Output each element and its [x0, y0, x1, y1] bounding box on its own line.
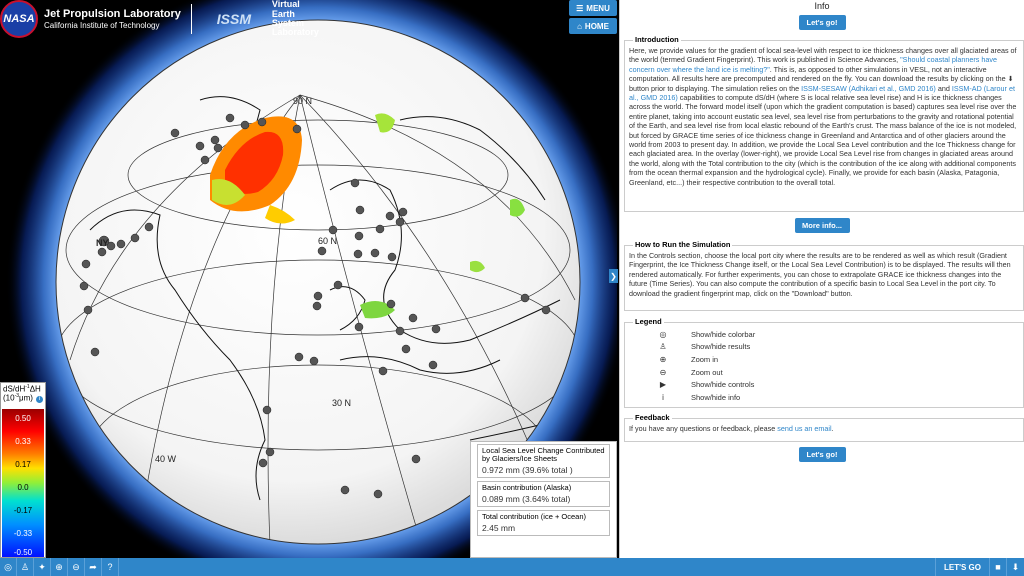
colorbar-info-icon[interactable]: i [36, 396, 43, 403]
legend-row-zoom-in: ⊕ Zoom in [629, 353, 1019, 366]
colorbar: dS/dH-1ΔH (10-3μm) i 0.50 0.33 0.17 0.0 … [0, 382, 46, 558]
colorbar-toggle-button[interactable]: ◎ [0, 558, 17, 576]
results-overlay: Local Sea Level Change Contributed by Gl… [470, 441, 617, 558]
home-button[interactable]: ⌂ HOME [569, 18, 617, 34]
zoom-in-icon: ⊕ [659, 354, 667, 364]
colorbar-toggle-icon: ◎ [659, 329, 667, 339]
legend-section: Legend ◎ Show/hide colorbar ♙ Show/hide re… [624, 317, 1024, 408]
more-info-button[interactable]: More info... [794, 218, 850, 233]
download-button[interactable]: ⬇ [1007, 558, 1024, 576]
info-panel: Info Let's go! Introduction Here, we pro… [619, 0, 1024, 558]
feedback-text: If you have any questions or feedback, p… [629, 424, 834, 433]
jpl-brand: Jet Propulsion Laboratory California Ins… [44, 8, 181, 30]
intro-link-sesaw[interactable]: ISSM-SESAW (Adhikari et al., GMD 2016) [801, 84, 936, 93]
download-icon: ⬇ [1007, 74, 1014, 84]
toolbar-lets-go-button[interactable]: LET'S GO [934, 558, 990, 576]
zoom-out-icon: ⊖ [659, 367, 667, 377]
intro-section: Introduction Here, we provide values for… [624, 35, 1024, 212]
result-total-value: 2.45 mm [482, 522, 516, 533]
colorbar-tick: -0.17 [13, 506, 33, 515]
home-icon: ⌂ [577, 21, 582, 31]
zoom-out-button[interactable]: ⊖ [68, 558, 85, 576]
legend-row-controls: ▶ Show/hide controls [629, 378, 1019, 391]
legend-title: Legend [633, 317, 664, 326]
colorbar-tick: 0.0 [17, 483, 29, 492]
globe-label-40w: 40 W [155, 454, 177, 464]
jpl-subtitle: California Institute of Technology [44, 20, 160, 30]
header: NASA Jet Propulsion Laboratory Californi… [0, 0, 319, 38]
menu-button[interactable]: ☰ MENU [569, 0, 617, 16]
result-local-value: 0.972 mm (39.6% total ) [482, 464, 573, 475]
header-divider [190, 4, 192, 34]
result-basin-value: 0.089 mm (3.64% total) [482, 493, 571, 504]
jpl-title: Jet Propulsion Laboratory [44, 8, 181, 21]
legend-row-zoom-out: ⊖ Zoom out [629, 366, 1019, 379]
controls-toggle-icon: ▶ [659, 380, 667, 390]
feedback-title: Feedback [633, 413, 672, 422]
city-label-ny: NY [96, 238, 109, 248]
howto-title: How to Run the Simulation [633, 240, 733, 249]
results-toggle-icon: ♙ [659, 342, 667, 352]
vesl-title: Virtual Earth System Laboratory [271, 0, 319, 38]
feedback-section: Feedback If you have any questions or fe… [624, 413, 1024, 442]
result-basin-title: Basin contribution (Alaska) [482, 482, 572, 492]
legend-row-info: i Show/hide info [629, 391, 1019, 404]
howto-section: How to Run the Simulation In the Control… [624, 240, 1024, 311]
menu-icon: ☰ [576, 3, 584, 13]
globe-label-60n: 60 N [318, 236, 337, 246]
result-basin-box: Basin contribution (Alaska) 0.089 mm (3.… [477, 480, 610, 507]
result-local-title: Local Sea Level Change Contributed by Gl… [482, 446, 605, 463]
howto-text: In the Controls section, choose the loca… [629, 251, 1011, 298]
share-button[interactable]: ➦ [85, 558, 102, 576]
result-total-box: Total contribution (ice + Ocean) 2.45 mm [477, 509, 610, 536]
globe-label-90n: 90 N [293, 96, 312, 106]
legend-row-colorbar: ◎ Show/hide colorbar [629, 328, 1019, 341]
lets-go-button-bottom[interactable]: Let's go! [798, 447, 846, 462]
colorbar-tick: 0.17 [15, 460, 31, 469]
bottom-toolbar: ◎ ♙ ✦ ⊕ ⊖ ➦ ? LET'S GO ■ ⬇ [0, 558, 1024, 576]
colorbar-tick: -0.50 [13, 548, 33, 557]
help-button[interactable]: ? [102, 558, 119, 576]
info-title: Info [814, 1, 830, 11]
collapse-panel-arrow[interactable]: ❯ [609, 269, 618, 283]
result-total-title: Total contribution (ice + Ocean) [482, 511, 587, 521]
intro-title: Introduction [633, 35, 681, 44]
legend-row-results: ♙ Show/hide results [629, 341, 1019, 354]
email-link[interactable]: send us an email [777, 424, 831, 433]
lets-go-button-top[interactable]: Let's go! [798, 15, 846, 30]
globe-label-30n: 30 N [332, 398, 351, 408]
colorbar-tick: -0.33 [13, 529, 33, 538]
info-toggle-icon: i [662, 392, 664, 402]
globe-viewport[interactable]: 90 N 60 N 30 N 40 W NY NASA Jet Propulsi… [0, 0, 617, 558]
zoom-in-button[interactable]: ⊕ [51, 558, 68, 576]
video-icon[interactable]: ■ [990, 558, 1007, 576]
nasa-logo[interactable]: NASA [0, 0, 38, 38]
result-local-box: Local Sea Level Change Contributed by Gl… [477, 444, 610, 478]
colorbar-tick: 0.33 [15, 437, 31, 446]
results-toggle-button[interactable]: ♙ [17, 558, 34, 576]
colorbar-tick: 0.50 [15, 414, 31, 423]
intro-text: Here, we provide values for the gradient… [629, 46, 1017, 187]
issm-logo[interactable]: ISSM [202, 3, 266, 35]
fullscreen-button[interactable]: ✦ [34, 558, 51, 576]
